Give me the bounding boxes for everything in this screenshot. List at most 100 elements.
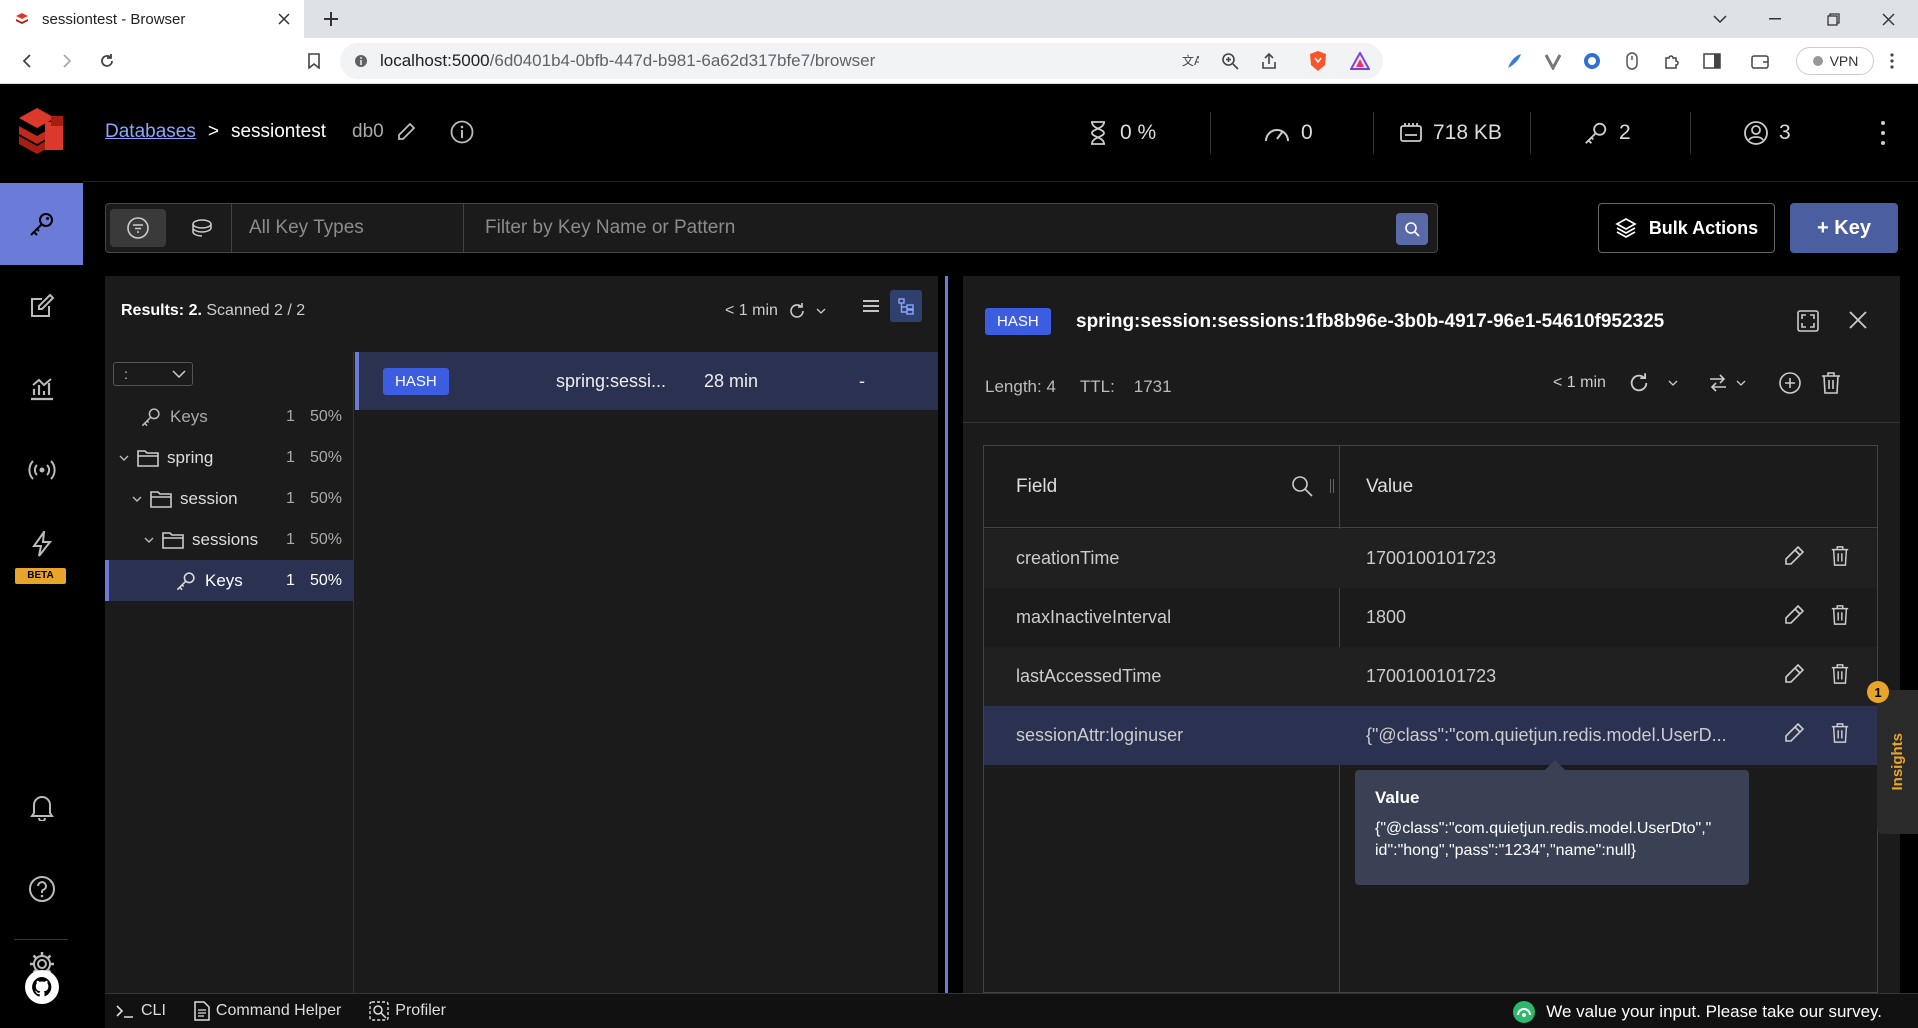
- tree-item-label: session: [180, 488, 238, 508]
- panel-resize-handle[interactable]: [945, 276, 948, 1028]
- tree-item-sessions[interactable]: sessions 1 50%: [105, 519, 354, 560]
- close-window-icon[interactable]: [1858, 0, 1918, 38]
- translate-icon[interactable]: 文A: [1178, 49, 1202, 73]
- chevron-down-icon[interactable]: [119, 455, 129, 461]
- cpu-stat: 0 %: [1086, 116, 1156, 150]
- table-row[interactable]: creationTime 1700100101723: [984, 529, 1877, 588]
- forward-icon[interactable]: [52, 47, 80, 75]
- delete-icon[interactable]: [1830, 663, 1850, 685]
- table-row[interactable]: maxInactiveInterval 1800: [984, 588, 1877, 647]
- bulk-actions-button[interactable]: Bulk Actions: [1598, 203, 1775, 253]
- insights-tab[interactable]: Insights: [1877, 690, 1918, 834]
- tree-item-keys-root[interactable]: Keys 1 50%: [105, 396, 354, 437]
- refresh-icon[interactable]: [1628, 372, 1650, 394]
- reload-icon[interactable]: [93, 47, 121, 75]
- browser-menu-icon[interactable]: [1880, 49, 1904, 73]
- sidebar-toggle-icon[interactable]: [1700, 49, 1724, 73]
- bookmark-icon[interactable]: [300, 47, 328, 75]
- command-helper-button[interactable]: Command Helper: [194, 1001, 341, 1021]
- nav-workbench[interactable]: [0, 265, 83, 347]
- wallet-icon[interactable]: [1748, 49, 1772, 73]
- databases-link[interactable]: Databases: [105, 121, 196, 143]
- key-name-title[interactable]: spring:session:sessions:1fb8b96e-3b0b-49…: [1076, 311, 1664, 333]
- add-key-button[interactable]: + Key: [1790, 203, 1898, 253]
- edit-icon[interactable]: [1783, 545, 1805, 567]
- vector-search-button[interactable]: [174, 209, 230, 247]
- restore-window-icon[interactable]: [1803, 0, 1863, 38]
- table-row[interactable]: lastAccessedTime 1700100101723: [984, 647, 1877, 706]
- refresh-icon[interactable]: [788, 302, 806, 320]
- site-info-icon[interactable]: [354, 54, 368, 68]
- profiler-button[interactable]: Profiler: [369, 1001, 446, 1021]
- vpn-button[interactable]: VPN: [1796, 47, 1874, 75]
- brave-rewards-icon[interactable]: [1348, 49, 1372, 73]
- brave-shields-icon[interactable]: [1306, 49, 1330, 73]
- extension-feather-icon[interactable]: [1502, 49, 1526, 73]
- nav-browser[interactable]: [0, 183, 83, 265]
- format-chevron-icon[interactable]: [1736, 380, 1746, 386]
- list-view-button[interactable]: [855, 290, 887, 322]
- nav-help[interactable]: [0, 848, 83, 930]
- chevron-down-icon[interactable]: [132, 496, 142, 502]
- tab-search-chevron-icon[interactable]: [1690, 0, 1750, 38]
- minimize-window-icon[interactable]: [1745, 0, 1805, 38]
- nav-analysis[interactable]: [0, 347, 83, 429]
- tree-item-spring[interactable]: spring 1 50%: [105, 437, 354, 478]
- extensions-puzzle-icon[interactable]: [1660, 49, 1684, 73]
- key-ttl[interactable]: TTL: 1731: [1080, 377, 1172, 397]
- delete-icon[interactable]: [1830, 722, 1850, 744]
- browser-tab[interactable]: sessiontest - Browser: [0, 0, 304, 38]
- edit-icon[interactable]: [1783, 604, 1805, 626]
- format-swap-icon[interactable]: [1708, 373, 1728, 393]
- nav-pubsub[interactable]: [0, 429, 83, 511]
- new-tab-icon[interactable]: [318, 6, 344, 32]
- tree-view-button[interactable]: [890, 290, 922, 322]
- edit-db-icon[interactable]: [396, 122, 416, 142]
- table-row[interactable]: sessionAttr:loginuser {"@class":"com.qui…: [984, 706, 1877, 765]
- search-icon[interactable]: [1291, 475, 1313, 497]
- auto-refresh-chevron-icon[interactable]: [1668, 380, 1678, 386]
- filter-input[interactable]: [485, 217, 1385, 239]
- pattern-filter-button[interactable]: [110, 209, 166, 247]
- more-options-icon[interactable]: [1873, 118, 1893, 148]
- tree-item-session[interactable]: session 1 50%: [105, 478, 354, 519]
- tree-item-count: 1: [286, 448, 295, 466]
- memory-value: 718 KB: [1433, 121, 1502, 144]
- nav-notifications[interactable]: [0, 766, 83, 848]
- add-field-icon[interactable]: [1778, 371, 1802, 395]
- table-header: Field Value: [984, 446, 1877, 528]
- delete-key-icon[interactable]: [1820, 371, 1842, 395]
- nav-triggers[interactable]: [0, 511, 83, 571]
- survey-link[interactable]: We value your input. Please take our sur…: [1512, 1000, 1882, 1024]
- extension-mouse-icon[interactable]: [1620, 49, 1644, 73]
- clients-value: 3: [1779, 121, 1791, 144]
- delete-icon[interactable]: [1830, 604, 1850, 626]
- close-tab-icon[interactable]: [272, 7, 296, 31]
- edit-icon[interactable]: [1783, 722, 1805, 744]
- info-icon[interactable]: [450, 120, 474, 144]
- column-resize-handle[interactable]: [1330, 479, 1334, 493]
- chevron-down-icon[interactable]: [144, 537, 154, 543]
- fullscreen-icon[interactable]: [1797, 310, 1819, 332]
- key-row[interactable]: HASH spring:sessi... 28 min -: [355, 352, 938, 410]
- edit-icon[interactable]: [1783, 663, 1805, 685]
- tree-item-keys-selected[interactable]: Keys 1 50%: [105, 560, 354, 601]
- broadcast-icon: [27, 459, 56, 481]
- key-type-select[interactable]: All Key Types: [232, 204, 464, 252]
- results-count: Results: 2.: [121, 302, 202, 319]
- github-icon[interactable]: [25, 970, 59, 1004]
- redis-logo-icon[interactable]: [15, 104, 67, 156]
- search-button[interactable]: [1396, 213, 1428, 245]
- close-icon[interactable]: [1848, 310, 1868, 330]
- share-icon[interactable]: [1257, 49, 1281, 73]
- user-circle-icon: [1743, 120, 1769, 146]
- auto-refresh-chevron-icon[interactable]: [816, 308, 826, 314]
- key-count-icon: [1583, 120, 1609, 146]
- extension-circle-icon[interactable]: [1580, 49, 1604, 73]
- delimiter-select[interactable]: :: [113, 362, 193, 386]
- zoom-icon[interactable]: [1218, 49, 1242, 73]
- extension-v-icon[interactable]: [1541, 49, 1565, 73]
- back-icon[interactable]: [14, 47, 42, 75]
- delete-icon[interactable]: [1830, 545, 1850, 567]
- cli-button[interactable]: CLI: [115, 1002, 166, 1020]
